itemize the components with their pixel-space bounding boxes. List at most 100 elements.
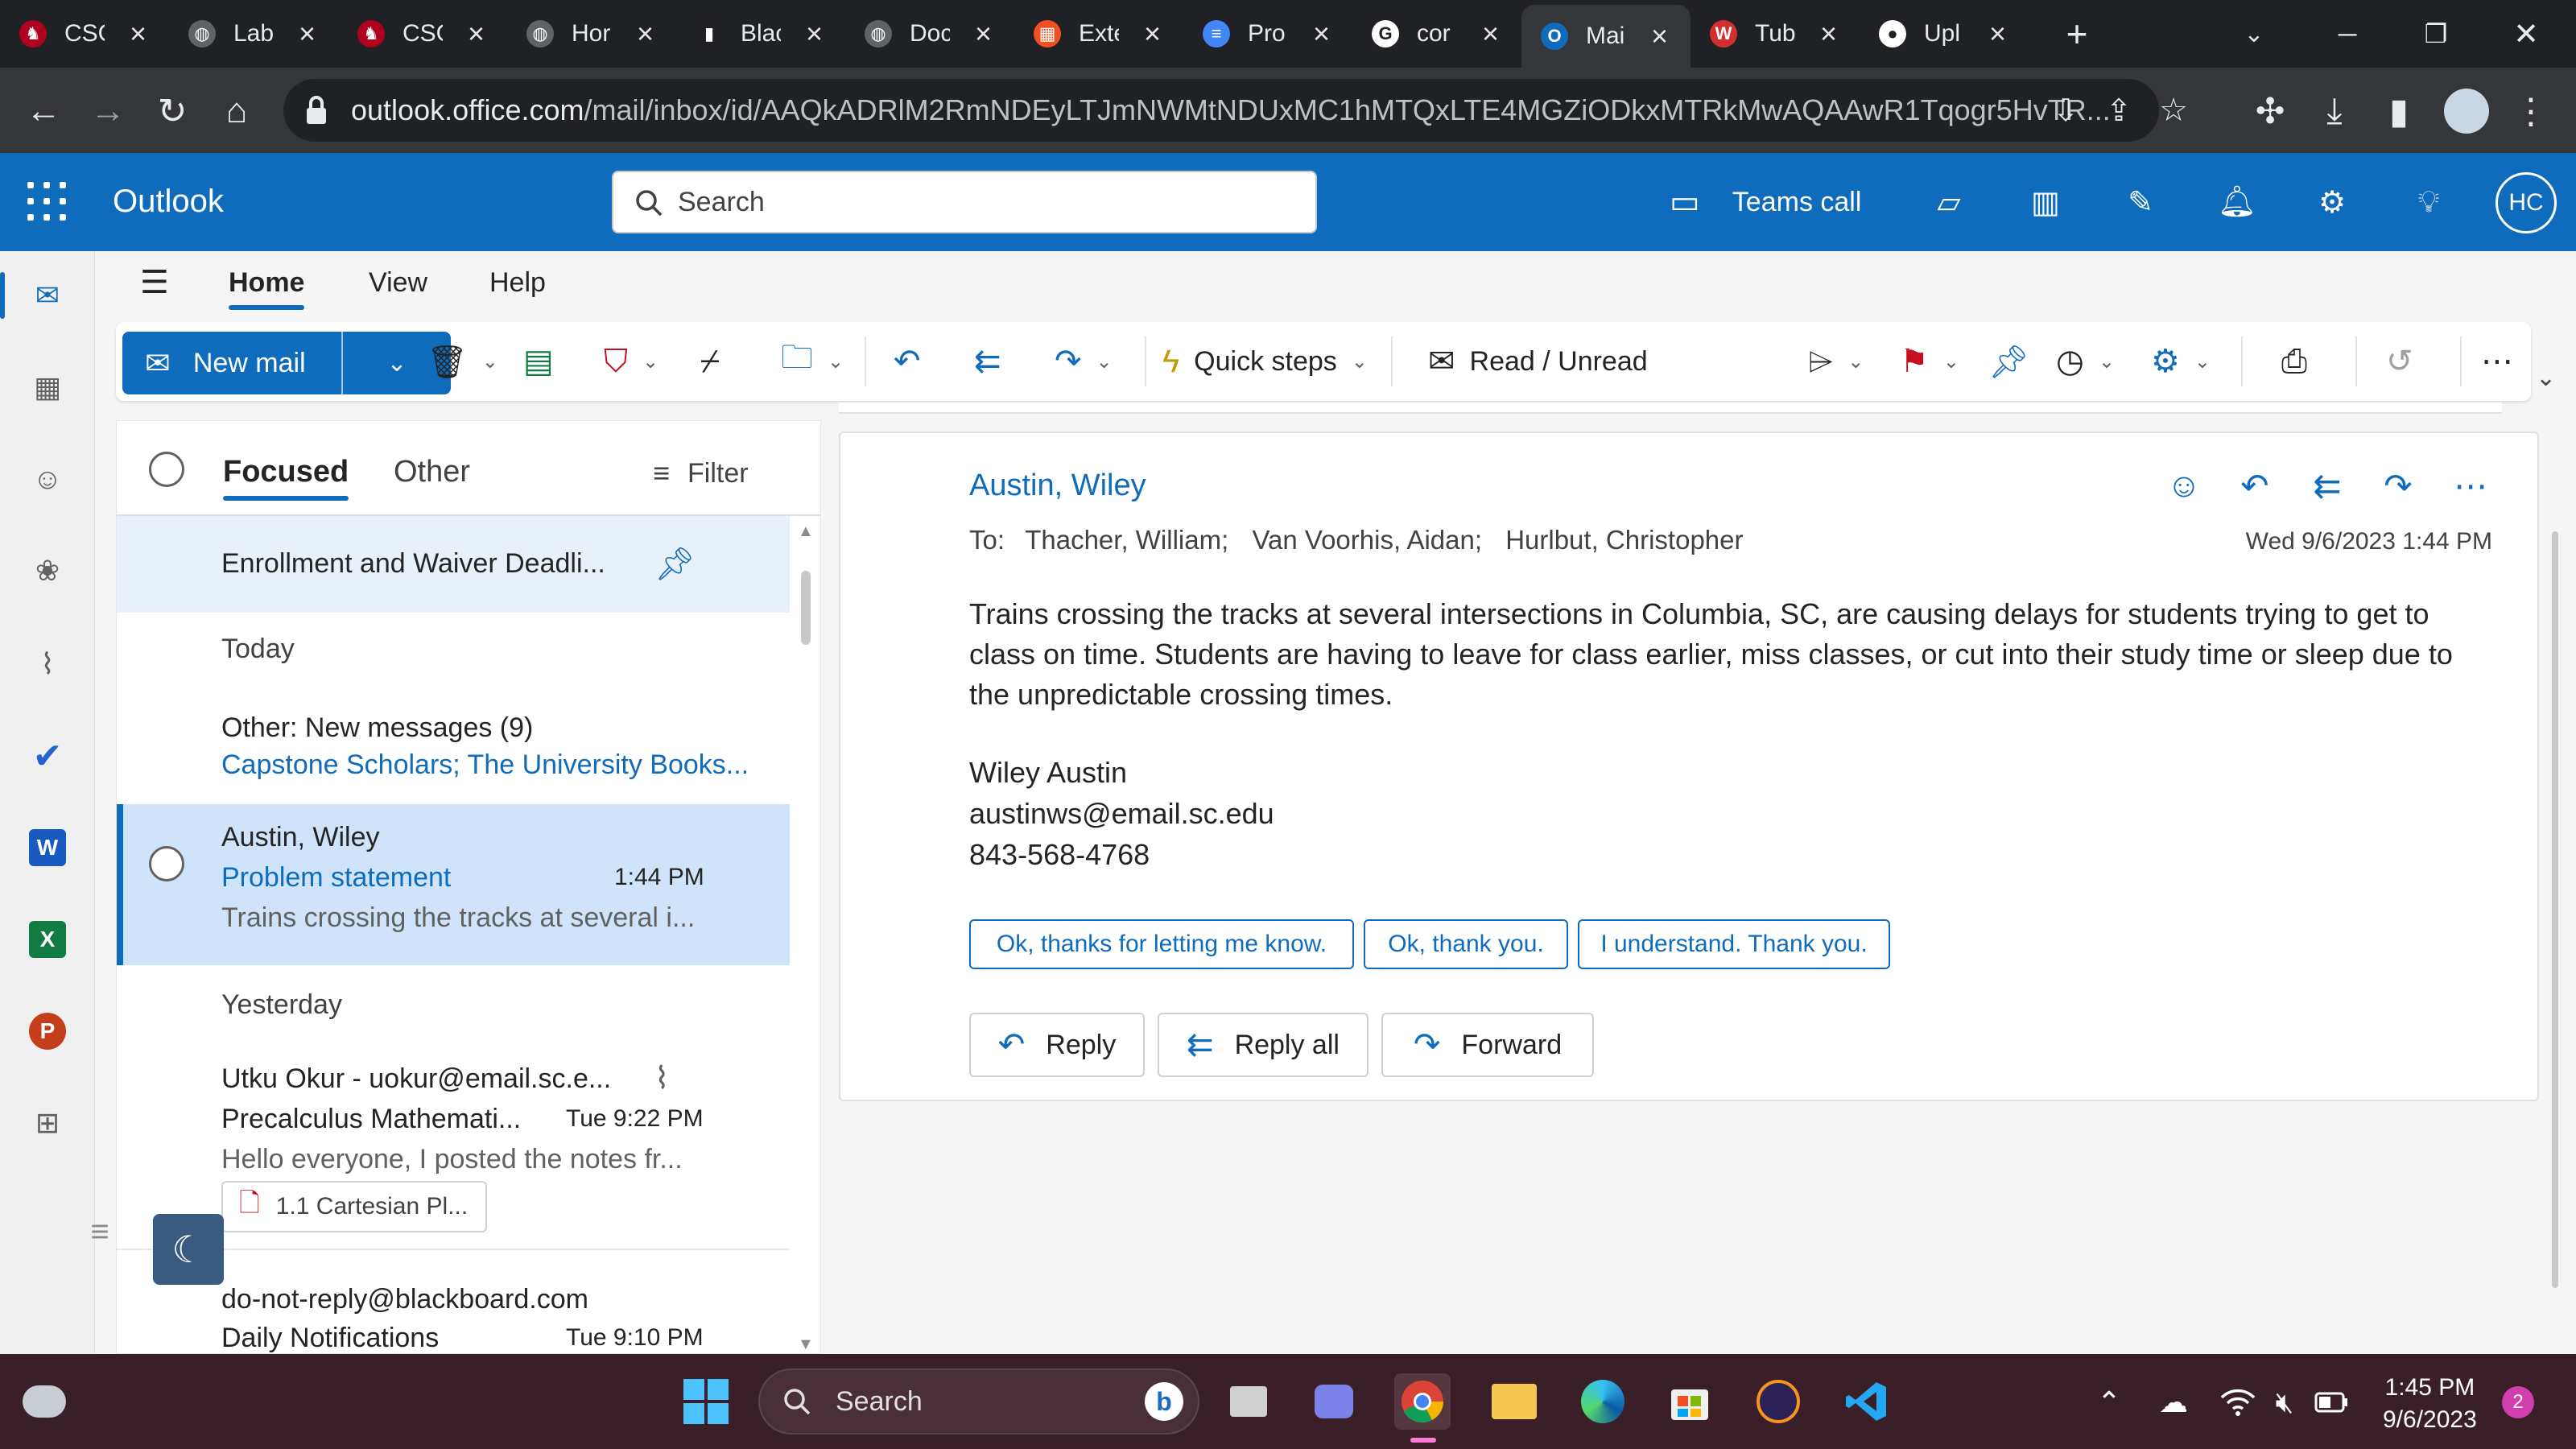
todo-check-icon[interactable]: ✔ bbox=[24, 733, 71, 779]
archive-button[interactable]: ▤ bbox=[523, 338, 554, 385]
my-day-icon[interactable]: ✎ bbox=[2120, 182, 2161, 222]
browser-tab[interactable]: ▮ Blac × bbox=[676, 6, 845, 61]
tab-focused[interactable]: Focused bbox=[223, 455, 349, 501]
suggested-reply[interactable]: Ok, thank you. bbox=[1364, 919, 1568, 969]
browser-tab[interactable]: ▦ Exte × bbox=[1014, 6, 1183, 61]
edge-icon[interactable] bbox=[1575, 1373, 1631, 1430]
scroll-up-arrow-icon[interactable]: ▲ bbox=[798, 522, 814, 541]
browser-tab[interactable]: ◍ Hor × bbox=[507, 6, 676, 61]
reply-button[interactable]: ↶ Reply bbox=[969, 1013, 1145, 1077]
tab-search-chevron-icon[interactable]: ⌄ bbox=[2231, 11, 2277, 56]
profile-avatar[interactable] bbox=[2444, 89, 2489, 134]
flag-button[interactable]: ⚑ ⌄ bbox=[1900, 338, 1959, 385]
notification-badge[interactable]: 2 bbox=[2502, 1386, 2534, 1418]
teams-chat-icon[interactable] bbox=[1306, 1373, 1362, 1430]
list-item-selected[interactable]: Austin, Wiley Problem statement 1:44 PM … bbox=[117, 804, 790, 965]
taskbar-search[interactable]: Search b bbox=[758, 1368, 1199, 1435]
close-tab-icon[interactable]: × bbox=[468, 17, 485, 51]
suggested-reply[interactable]: Ok, thanks for letting me know. bbox=[969, 919, 1354, 969]
list-item[interactable]: do-not-reply@blackboard.com Daily Notifi… bbox=[117, 1274, 790, 1353]
mail-icon[interactable]: ✉ bbox=[0, 272, 71, 319]
address-bar[interactable]: outlook.office.com/mail/inbox/id/AAQkADR… bbox=[283, 79, 2188, 142]
browser-tab[interactable]: ◍ Lab × bbox=[169, 6, 338, 61]
powerpoint-icon[interactable]: P bbox=[24, 1008, 71, 1055]
battery-icon[interactable] bbox=[2312, 1383, 2351, 1422]
calendar-icon[interactable]: ▦ bbox=[24, 364, 71, 411]
tab-view[interactable]: View bbox=[369, 267, 427, 299]
more-apps-icon[interactable]: ⊞ bbox=[24, 1100, 71, 1146]
close-tab-icon[interactable]: × bbox=[637, 17, 654, 51]
people-icon[interactable]: ☺ bbox=[24, 456, 71, 502]
browser-tab[interactable]: ● Upl × bbox=[1860, 6, 2029, 61]
browser-tab[interactable]: Gcor × bbox=[1352, 6, 1521, 61]
task-view-icon[interactable] bbox=[1220, 1373, 1277, 1430]
reply-icon[interactable]: ↶ bbox=[2233, 464, 2277, 507]
restore-window-button[interactable]: ❐ bbox=[2413, 11, 2458, 56]
close-tab-icon[interactable]: × bbox=[130, 17, 147, 51]
bookmark-star-icon[interactable]: ☆ bbox=[2151, 88, 2196, 133]
delete-button[interactable]: 🗑︎ ⌄ bbox=[427, 338, 498, 385]
browser-tab[interactable]: ♞ CSC × bbox=[338, 6, 507, 61]
weather-cloud-icon[interactable] bbox=[16, 1373, 72, 1430]
account-avatar[interactable]: HC bbox=[2496, 172, 2557, 233]
wifi-icon[interactable] bbox=[2219, 1383, 2257, 1422]
close-tab-icon[interactable]: × bbox=[299, 17, 316, 51]
recipient[interactable]: Thacher, William; bbox=[1025, 525, 1228, 555]
chat-icon[interactable]: ▱ bbox=[1929, 182, 1969, 222]
browser-menu-icon[interactable]: ⋮ bbox=[2508, 89, 2553, 134]
close-tab-icon[interactable]: × bbox=[1820, 17, 1837, 51]
windows-start-icon[interactable] bbox=[678, 1373, 734, 1430]
bell-icon[interactable]: 🔔︎ bbox=[2217, 182, 2257, 222]
attachment-chip[interactable]: 🗋︎ 1.1 Cartesian Pl... bbox=[221, 1181, 487, 1232]
tab-help[interactable]: Help bbox=[489, 267, 546, 299]
gear-icon[interactable]: ⚙ bbox=[2312, 182, 2352, 222]
close-tab-icon[interactable]: × bbox=[1313, 17, 1330, 51]
pinned-message[interactable]: Enrollment and Waiver Deadli... 📌︎ bbox=[117, 516, 790, 613]
tray-chevron-up-icon[interactable]: ⌃ bbox=[2090, 1383, 2128, 1422]
onedrive-cloud-icon[interactable]: ☁ bbox=[2154, 1383, 2193, 1422]
filter-button[interactable]: ≡ Filter bbox=[653, 456, 749, 490]
print-button[interactable]: ⎙ bbox=[2281, 338, 2307, 385]
new-mail-button[interactable]: ✉ New mail bbox=[122, 332, 340, 394]
emoji-reaction-icon[interactable]: ☺ bbox=[2162, 464, 2206, 507]
reply-toolbar-button[interactable]: ↶ bbox=[894, 338, 921, 385]
side-panel-icon[interactable]: ▮ bbox=[2376, 89, 2421, 134]
outlook-brand[interactable]: Outlook bbox=[113, 184, 224, 220]
more-options-button[interactable]: ⋯ bbox=[2481, 338, 2513, 385]
undo-button[interactable]: ↺ bbox=[2386, 338, 2413, 385]
close-tab-icon[interactable]: × bbox=[1144, 17, 1161, 51]
groups-icon[interactable]: ❀ bbox=[24, 547, 71, 594]
lightbulb-icon[interactable]: 💡︎ bbox=[2409, 182, 2449, 222]
close-tab-icon[interactable]: × bbox=[1989, 17, 2006, 51]
word-icon[interactable]: W bbox=[24, 824, 71, 871]
eclipse-icon[interactable] bbox=[1750, 1373, 1806, 1430]
onenote-icon[interactable]: ▥ bbox=[2025, 182, 2066, 222]
new-tab-button[interactable]: + bbox=[2054, 11, 2099, 56]
browser-tab[interactable]: W Tub × bbox=[1690, 6, 1860, 61]
recipient[interactable]: Van Voorhis, Aidan; bbox=[1252, 525, 1482, 555]
close-tab-icon[interactable]: × bbox=[1651, 19, 1668, 53]
microsoft-store-icon[interactable] bbox=[1662, 1373, 1718, 1430]
file-explorer-icon[interactable] bbox=[1486, 1373, 1542, 1430]
share-icon[interactable]: ⇪ bbox=[2096, 88, 2141, 133]
categorize-button[interactable]: ⌲ ⌄ bbox=[1808, 338, 1864, 385]
reply-all-icon[interactable]: ⇇ bbox=[2306, 464, 2349, 507]
home-icon[interactable]: ⌂ bbox=[214, 89, 259, 134]
close-tab-icon[interactable]: × bbox=[1482, 17, 1499, 51]
other-messages-group[interactable]: Other: New messages (9) Capstone Scholar… bbox=[117, 700, 790, 796]
excel-icon[interactable]: X bbox=[24, 916, 71, 963]
vscode-icon[interactable] bbox=[1839, 1373, 1895, 1430]
teams-call-button[interactable]: ▭ Teams call bbox=[1670, 182, 1861, 222]
scroll-down-arrow-icon[interactable]: ▼ bbox=[798, 1335, 814, 1353]
bing-icon[interactable]: b bbox=[1145, 1382, 1183, 1421]
extensions-puzzle-icon[interactable]: ✣ bbox=[2248, 89, 2293, 134]
suggested-reply[interactable]: I understand. Thank you. bbox=[1578, 919, 1890, 969]
sweep-button[interactable]: ⌿ bbox=[700, 338, 720, 385]
message-sender[interactable]: Austin, Wiley bbox=[969, 469, 1146, 503]
system-clock[interactable]: 1:45 PM 9/6/2023 bbox=[2383, 1372, 2477, 1436]
tab-other[interactable]: Other bbox=[394, 455, 470, 489]
report-button[interactable]: ⛉ ⌄ bbox=[604, 338, 658, 385]
browser-tab[interactable]: ≡ Pro × bbox=[1183, 6, 1352, 61]
moon-icon[interactable]: ☾ bbox=[153, 1214, 224, 1285]
forward-arrow-icon[interactable]: → bbox=[85, 89, 130, 134]
